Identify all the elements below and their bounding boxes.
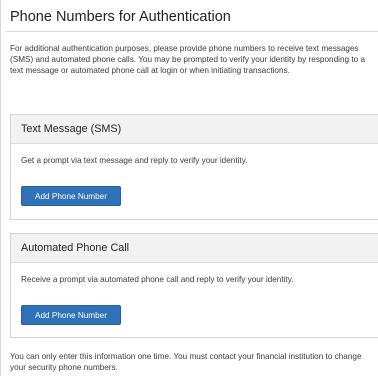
- title-divider: [6, 31, 378, 32]
- call-panel-title: Automated Phone Call: [21, 242, 130, 254]
- sms-description: Get a prompt via text message and reply …: [21, 156, 248, 165]
- call-panel-header: Automated Phone Call: [11, 234, 378, 263]
- sms-panel-header: Text Message (SMS): [11, 115, 378, 144]
- sms-panel-title: Text Message (SMS): [21, 123, 122, 135]
- call-description: Receive a prompt via automated phone cal…: [21, 275, 294, 284]
- auth-phone-page: Phone Numbers for Authentication For add…: [0, 0, 378, 376]
- intro-text: For additional authentication purposes, …: [10, 44, 365, 75]
- call-panel: Automated Phone Call Receive a prompt vi…: [10, 233, 378, 338]
- page-title: Phone Numbers for Authentication: [10, 9, 231, 25]
- footer-note: You can only enter this information one …: [10, 352, 362, 372]
- add-sms-phone-button[interactable]: Add Phone Number: [21, 186, 121, 206]
- add-call-phone-button[interactable]: Add Phone Number: [21, 305, 121, 325]
- sms-panel: Text Message (SMS) Get a prompt via text…: [10, 114, 378, 220]
